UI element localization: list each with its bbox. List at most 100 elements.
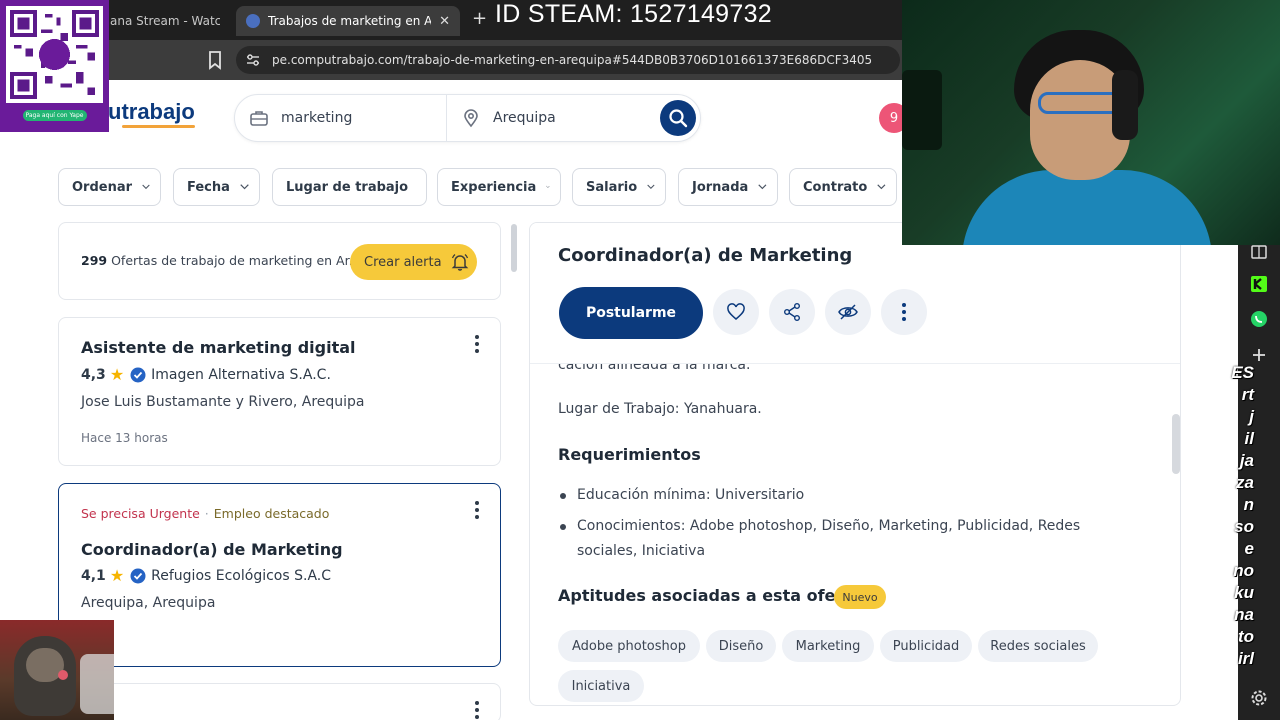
reading-list-icon[interactable]	[1249, 242, 1269, 262]
filter-contrato[interactable]: Contrato	[789, 168, 897, 206]
verified-icon	[130, 568, 146, 583]
skill-chip[interactable]: Adobe photoshop	[558, 630, 700, 662]
eye-off-icon	[838, 304, 858, 320]
overlay-text-line: ja	[1239, 451, 1254, 470]
overlay-text-line: no	[1233, 561, 1254, 580]
filter-label: Contrato	[803, 179, 868, 195]
tab-title: Trabajos de marketing en Arequi	[268, 14, 432, 28]
results-description: Ofertas de trabajo de marketing en Ar...	[111, 253, 361, 268]
qr-code-icon	[6, 6, 103, 103]
filter-lugar-de-trabajo[interactable]: Lugar de trabajo	[272, 168, 427, 206]
favorite-button[interactable]	[713, 289, 759, 335]
overlay-text-line: n	[1243, 495, 1254, 514]
overlay-text-line: e	[1244, 539, 1254, 558]
skill-chip[interactable]: Marketing	[782, 630, 874, 662]
overlay-text-line: to	[1237, 627, 1254, 646]
browser-tab-active[interactable]: Trabajos de marketing en Arequi ✕	[236, 6, 460, 36]
job-title[interactable]: Asistente de marketing digital	[81, 338, 356, 357]
more-options-icon[interactable]	[474, 334, 480, 354]
verified-icon	[130, 367, 146, 382]
filter-jornada[interactable]: Jornada	[678, 168, 778, 206]
bookmark-icon[interactable]	[206, 50, 224, 70]
sticky-header-divider	[530, 363, 1180, 364]
briefcase-icon	[250, 111, 268, 126]
kick-icon[interactable]	[1249, 274, 1269, 294]
hide-offer-button[interactable]	[825, 289, 871, 335]
more-options-icon[interactable]	[474, 500, 480, 520]
search-bar: marketing Arequipa	[234, 94, 701, 142]
job-location: Jose Luis Bustamante y Rivero, Arequipa	[81, 394, 365, 410]
company-name[interactable]: Refugios Ecológicos S.A.C	[151, 568, 331, 584]
yape-qr-overlay: Paga aquí con Yape	[0, 0, 109, 132]
overlay-text-line: so	[1234, 517, 1254, 536]
overlay-text-line: j	[1249, 407, 1254, 426]
skill-chip[interactable]: Redes sociales	[978, 630, 1098, 662]
filter-label: Jornada	[692, 179, 749, 195]
job-detail-panel: cación alineada a la marca. Coordinador(…	[529, 222, 1181, 706]
more-options-icon	[902, 303, 906, 321]
job-title[interactable]: Coordinador(a) de Marketing	[81, 540, 343, 559]
computrabajo-logo[interactable]: utrabajo	[108, 99, 195, 128]
qr-code	[6, 6, 103, 103]
list-scrollbar[interactable]	[511, 224, 517, 272]
skill-chip[interactable]: Diseño	[706, 630, 776, 662]
site-settings-icon[interactable]	[246, 53, 260, 67]
star-icon: ★	[109, 566, 125, 585]
close-tab-icon[interactable]: ✕	[439, 14, 450, 29]
chevron-down-icon	[240, 184, 249, 190]
results-count-card: 299 Ofertas de trabajo de marketing en A…	[58, 222, 501, 300]
chevron-down-icon	[647, 184, 655, 190]
more-actions-button[interactable]	[881, 289, 927, 335]
filter-label: Lugar de trabajo	[286, 179, 409, 195]
skill-chip[interactable]: Publicidad	[880, 630, 972, 662]
filter-fecha[interactable]: Fecha	[173, 168, 260, 206]
search-button[interactable]	[660, 100, 696, 136]
chevron-down-icon	[546, 185, 550, 188]
requirements-list: Educación mínima: Universitario Conocimi…	[558, 483, 1098, 570]
filter-salario[interactable]: Salario	[572, 168, 666, 206]
detail-title: Coordinador(a) de Marketing	[558, 245, 853, 266]
requirement-item: Educación mínima: Universitario	[558, 483, 1098, 508]
overlay-text-line: irl	[1237, 649, 1254, 668]
featured-tag: Empleo destacado	[213, 506, 330, 521]
share-icon	[784, 303, 800, 321]
overlay-text-line: rt	[1241, 385, 1254, 404]
rating-score: 4,3	[81, 366, 106, 383]
url-field[interactable]: pe.computrabajo.com/trabajo-de-marketing…	[236, 46, 900, 74]
job-card[interactable]: Asistente de marketing digital 4,3 ★ Ima…	[58, 317, 501, 466]
pet-cam-overlay	[0, 620, 114, 720]
dog-tongue	[58, 670, 68, 680]
browser-tab-stream[interactable]: ana Stream - Watch L	[100, 6, 230, 36]
apply-button[interactable]: Postularme	[559, 287, 703, 339]
job-posted-time: Hace 13 horas	[81, 431, 168, 445]
more-options-icon[interactable]	[474, 700, 480, 720]
share-button[interactable]	[769, 289, 815, 335]
results-count-text: 299 Ofertas de trabajo de marketing en A…	[81, 253, 361, 268]
gear-icon[interactable]	[1249, 688, 1269, 708]
workplace-text: Lugar de Trabajo: Yanahuara.	[558, 401, 762, 417]
new-tab-plus-icon[interactable]: +	[472, 8, 487, 29]
location-value: Arequipa	[493, 110, 556, 126]
urgent-tag: Se precisa Urgente	[81, 506, 200, 521]
job-card-selected[interactable]: Se precisa Urgente · Empleo destacado Coor…	[58, 483, 501, 667]
job-card[interactable]	[58, 683, 501, 720]
company-name[interactable]: Imagen Alternativa S.A.C.	[151, 367, 331, 383]
keyword-value: marketing	[281, 110, 353, 126]
streamer-webcam	[902, 0, 1280, 245]
keyword-field[interactable]: marketing	[235, 95, 447, 141]
skill-chip[interactable]: Iniciativa	[558, 670, 644, 702]
create-alert-button[interactable]: Crear alerta	[350, 244, 477, 280]
search-icon	[669, 109, 688, 128]
heart-icon	[727, 303, 745, 320]
filter-ordenar[interactable]: Ordenar	[58, 168, 161, 206]
webcam-microphone	[902, 70, 942, 150]
chevron-down-icon	[758, 184, 767, 190]
url-text: pe.computrabajo.com/trabajo-de-marketing…	[272, 53, 873, 67]
filter-experiencia[interactable]: Experiencia	[437, 168, 561, 206]
overlay-text-line: za	[1236, 473, 1254, 492]
requirement-item: Conocimientos: Adobe photoshop, Diseño, …	[558, 514, 1098, 564]
location-field[interactable]: Arequipa	[447, 95, 647, 141]
filter-label: Fecha	[187, 179, 230, 195]
whatsapp-icon[interactable]	[1249, 309, 1269, 329]
location-pin-icon	[464, 109, 478, 128]
